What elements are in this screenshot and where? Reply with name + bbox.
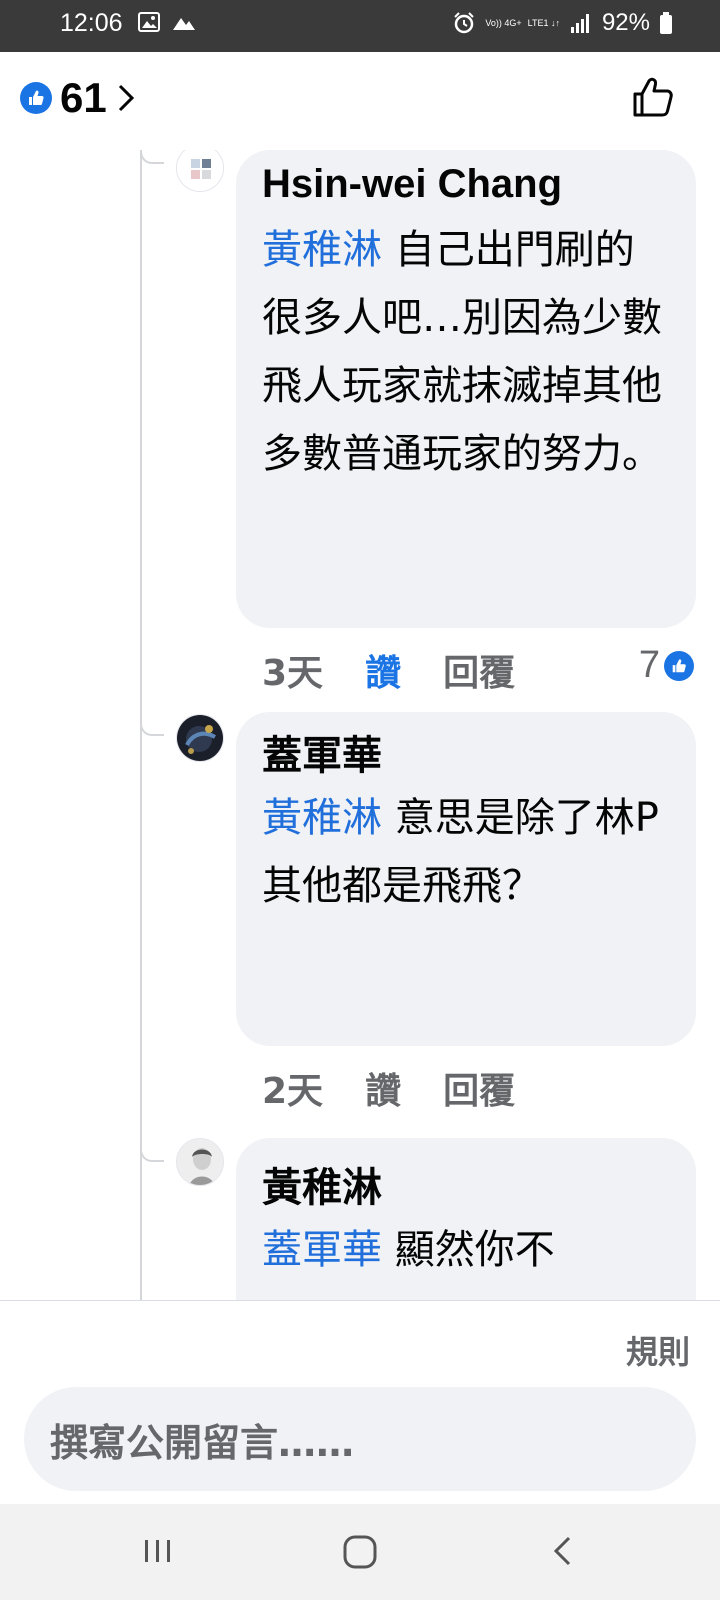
avatar[interactable]: [176, 150, 224, 192]
like-button[interactable]: 讚: [365, 644, 401, 696]
system-navigation-bar: [0, 1504, 720, 1600]
comment-bubble[interactable]: 蓋軍華 黃稚淋 意思是除了林P其他都是飛飛？: [236, 712, 696, 1046]
comment-text: 黃稚淋 自己出門刷的很多人吧…別因為少數飛人玩家就抹滅掉其他多數普通玩家的努力。: [262, 227, 662, 477]
reaction-count[interactable]: 7: [639, 644, 694, 687]
comment-author[interactable]: 蓋軍華: [262, 732, 672, 780]
gallery-notification-icon: [138, 12, 160, 32]
recent-apps-icon[interactable]: [136, 1530, 180, 1574]
comment-author[interactable]: Hsin-wei Chang: [262, 160, 672, 208]
comment-actions: 3天 讚 回覆: [262, 644, 557, 696]
comment-time[interactable]: 2天: [262, 1062, 323, 1114]
like-reaction-icon: [20, 82, 52, 114]
reactions-summary[interactable]: 61: [20, 74, 135, 122]
reply-button[interactable]: 回覆: [443, 644, 515, 696]
reply-branch: [140, 722, 164, 736]
comment-bubble[interactable]: Hsin-wei Chang 黃稚淋 自己出門刷的很多人吧…別因為少數飛人玩家就…: [236, 150, 696, 628]
reactions-header: 61: [0, 52, 720, 150]
mention-link[interactable]: 蓋軍華: [262, 1227, 382, 1273]
like-reaction-icon: [664, 650, 694, 681]
comment-input-placeholder: 撰寫公開留言……: [50, 1420, 355, 1465]
reply-branch: [140, 150, 164, 164]
chevron-right-icon: [118, 84, 134, 112]
volte-label: Vo)) 4G+: [485, 18, 522, 28]
signal-icon: [570, 14, 589, 33]
home-icon[interactable]: [338, 1530, 382, 1574]
lte-label: LTE1 ↓↑: [527, 18, 560, 28]
comment-author[interactable]: 黃稚淋: [262, 1164, 672, 1212]
mention-link[interactable]: 黃稚淋: [262, 227, 382, 273]
comment-input[interactable]: 撰寫公開留言……: [24, 1387, 696, 1491]
avatar[interactable]: [176, 714, 224, 762]
reply-button[interactable]: 回覆: [443, 1062, 515, 1114]
status-time: 12:06: [60, 9, 123, 37]
battery-percent: 92%: [601, 9, 650, 36]
status-bar: 12:06 Vo)) 4G+ LTE1 ↓↑ 92%: [0, 0, 720, 52]
comment-bubble[interactable]: 黃稚淋 蓋軍華 顯然你不: [236, 1138, 696, 1300]
comment-thread[interactable]: Hsin-wei Chang 黃稚淋 自己出門刷的很多人吧…別因為少數飛人玩家就…: [0, 150, 720, 1300]
back-icon[interactable]: [542, 1530, 586, 1574]
comment-text: 黃稚淋 意思是除了林P其他都是飛飛？: [262, 795, 659, 909]
comment-text: 蓋軍華 顯然你不: [262, 1227, 555, 1273]
network-indicator: Vo)) 4G+ LTE1 ↓↑: [485, 18, 560, 28]
like-button[interactable]: 讚: [365, 1062, 401, 1114]
reaction-number: 7: [638, 644, 660, 686]
comment-actions: 2天 讚 回覆: [262, 1062, 557, 1114]
reply-branch: [140, 1148, 164, 1162]
alarm-icon: [454, 12, 475, 34]
mention-link[interactable]: 黃稚淋: [262, 795, 382, 841]
avatar[interactable]: [176, 1138, 224, 1186]
comment-composer-area: 規則 撰寫公開留言……: [0, 1300, 720, 1504]
thumbs-up-outline-icon[interactable]: [632, 76, 674, 118]
comment-time[interactable]: 3天: [262, 644, 323, 696]
mountain-notification-icon: [173, 18, 195, 30]
rules-link[interactable]: 規則: [626, 1327, 690, 1373]
like-count: 61: [60, 74, 107, 121]
battery-icon: [660, 12, 672, 34]
